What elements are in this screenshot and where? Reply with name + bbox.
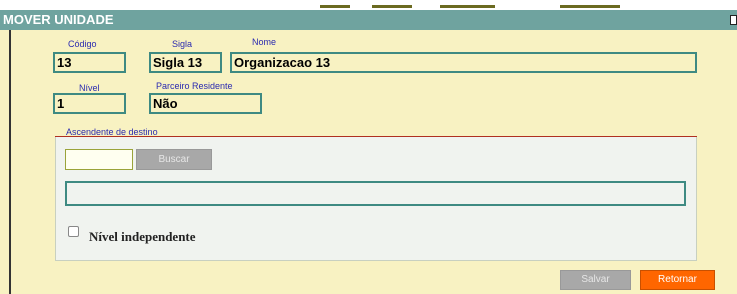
nivel-independente-label: Nível independente xyxy=(89,229,196,244)
dialog-titlebar: MOVER UNIDADE xyxy=(0,10,737,30)
parceiro-residente-label: Parceiro Residente xyxy=(156,81,233,91)
decorative-dash xyxy=(372,5,412,8)
dialog-title: MOVER UNIDADE xyxy=(3,12,114,27)
decorative-dash xyxy=(320,5,350,8)
return-button[interactable]: Retornar xyxy=(640,270,715,290)
left-border xyxy=(9,30,11,294)
top-strip xyxy=(0,0,737,10)
sigla-label: Sigla xyxy=(172,39,193,49)
nivel-field[interactable]: 1 xyxy=(53,93,126,114)
sigla-field[interactable]: Sigla 13 xyxy=(149,52,222,73)
nome-field[interactable]: Organizacao 13 xyxy=(230,52,697,73)
save-button[interactable]: Salvar xyxy=(560,270,631,290)
parceiro-residente-field[interactable]: Não xyxy=(149,93,262,114)
nivel-label: Nível xyxy=(79,83,100,93)
codigo-field[interactable]: 13 xyxy=(53,52,126,73)
search-input[interactable] xyxy=(65,149,133,170)
decorative-dash xyxy=(560,5,620,8)
search-button[interactable]: Buscar xyxy=(136,149,212,170)
nivel-independente-checkbox[interactable] xyxy=(68,226,79,237)
nome-label: Nome xyxy=(252,37,277,47)
decorative-dash xyxy=(440,5,495,8)
destino-field[interactable] xyxy=(65,181,686,206)
codigo-label: Código xyxy=(68,39,97,49)
maximize-icon[interactable] xyxy=(730,15,737,25)
